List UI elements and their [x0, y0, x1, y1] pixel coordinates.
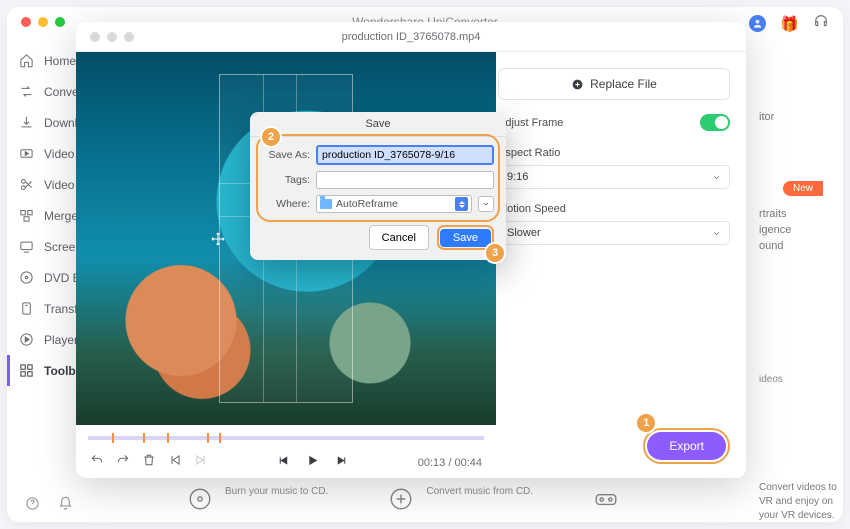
folder-icon: [320, 199, 332, 209]
help-icon[interactable]: [25, 496, 40, 516]
new-badge: New: [783, 181, 823, 196]
sidebar-item-label: Home: [44, 54, 76, 68]
sidebar-item-toolbox[interactable]: Toolbox: [7, 355, 81, 386]
gift-icon[interactable]: 🎁: [780, 15, 799, 33]
move-handle-icon[interactable]: [210, 231, 226, 247]
sidebar-item-downloader[interactable]: Downloader: [7, 107, 81, 138]
save-dialog: Save 2 Save As: Tags: Where: AutoReframe…: [250, 112, 506, 260]
prev-frame-icon[interactable]: [168, 453, 182, 472]
callout-1: 1: [637, 414, 655, 432]
tags-input[interactable]: [316, 171, 494, 189]
redo-icon[interactable]: [116, 453, 130, 472]
notification-bell-icon[interactable]: [58, 496, 73, 516]
tile-burn-cd[interactable]: Burn your music to CD.: [187, 486, 328, 512]
right-panel-partial: itor New rtraits igence ound ideos Conve…: [753, 107, 843, 522]
sidebar-item-dvd-burner[interactable]: DVD Burner: [7, 262, 81, 293]
sidebar-item-transfer[interactable]: Transfer: [7, 293, 81, 324]
step-forward-icon[interactable]: [335, 454, 348, 472]
bottom-toolbox-tiles: Burn your music to CD. Convert music fro…: [187, 486, 823, 512]
step-back-icon[interactable]: [277, 454, 290, 472]
support-headset-icon[interactable]: [813, 13, 829, 34]
editor-filename: production ID_3765078.mp4: [76, 31, 746, 43]
play-icon[interactable]: [306, 454, 319, 472]
replace-file-button[interactable]: Replace File: [498, 68, 730, 100]
motion-speed-label: Motion Speed: [498, 203, 730, 215]
chevron-down-icon: [712, 173, 721, 182]
aspect-ratio-label: Aspect Ratio: [498, 147, 730, 159]
delete-icon[interactable]: [142, 453, 156, 472]
sidebar-item-player[interactable]: Player: [7, 324, 81, 355]
undo-icon[interactable]: [90, 453, 104, 472]
tags-label: Tags:: [260, 174, 310, 186]
sidebar-item-converter[interactable]: Converter: [7, 76, 81, 107]
tile-vr[interactable]: [593, 486, 619, 512]
time-display: 00:13 / 00:44: [418, 457, 482, 469]
sidebar-item-label: Player: [44, 333, 78, 347]
save-button[interactable]: Save: [440, 229, 491, 247]
where-select[interactable]: AutoReframe: [316, 195, 472, 213]
export-button[interactable]: Export: [647, 432, 726, 460]
updown-chevron-icon[interactable]: [455, 197, 468, 211]
user-avatar-icon[interactable]: [749, 15, 766, 32]
adjust-frame-toggle[interactable]: [700, 114, 730, 131]
adjust-frame-row: Adjust Frame: [498, 114, 730, 131]
save-as-input[interactable]: [316, 145, 494, 165]
motion-speed-select[interactable]: Slower: [498, 221, 730, 245]
sidebar-item-home[interactable]: Home: [7, 45, 81, 76]
callout-3: 3: [486, 244, 504, 262]
cancel-button[interactable]: Cancel: [369, 225, 429, 250]
sidebar-item-compressor[interactable]: Video Compressor: [7, 138, 81, 169]
chevron-down-icon: [712, 229, 721, 238]
save-as-label: Save As:: [260, 149, 310, 161]
sidebar-item-video-editor[interactable]: Video Editor: [7, 169, 81, 200]
playback-controls: 00:13 / 00:44: [76, 445, 496, 478]
tile-convert-cd[interactable]: Convert music from CD.: [388, 486, 533, 512]
aspect-ratio-select[interactable]: 9:16: [498, 165, 730, 189]
save-dialog-title: Save: [250, 112, 506, 137]
where-label: Where:: [260, 198, 310, 210]
sidebar: Home Converter Downloader Video Compress…: [7, 39, 81, 482]
sidebar-item-merger[interactable]: Merger: [7, 200, 81, 231]
sidebar-footer: [7, 496, 73, 516]
callout-2: 2: [262, 128, 280, 146]
sidebar-item-screen-recorder[interactable]: Screen Recorder: [7, 231, 81, 262]
next-frame-icon[interactable]: [194, 453, 208, 472]
expand-browse-button[interactable]: [478, 196, 494, 212]
save-button-highlight: Save 3: [437, 225, 494, 250]
video-timeline[interactable]: [88, 431, 484, 445]
export-highlight: Export 1: [643, 428, 730, 464]
